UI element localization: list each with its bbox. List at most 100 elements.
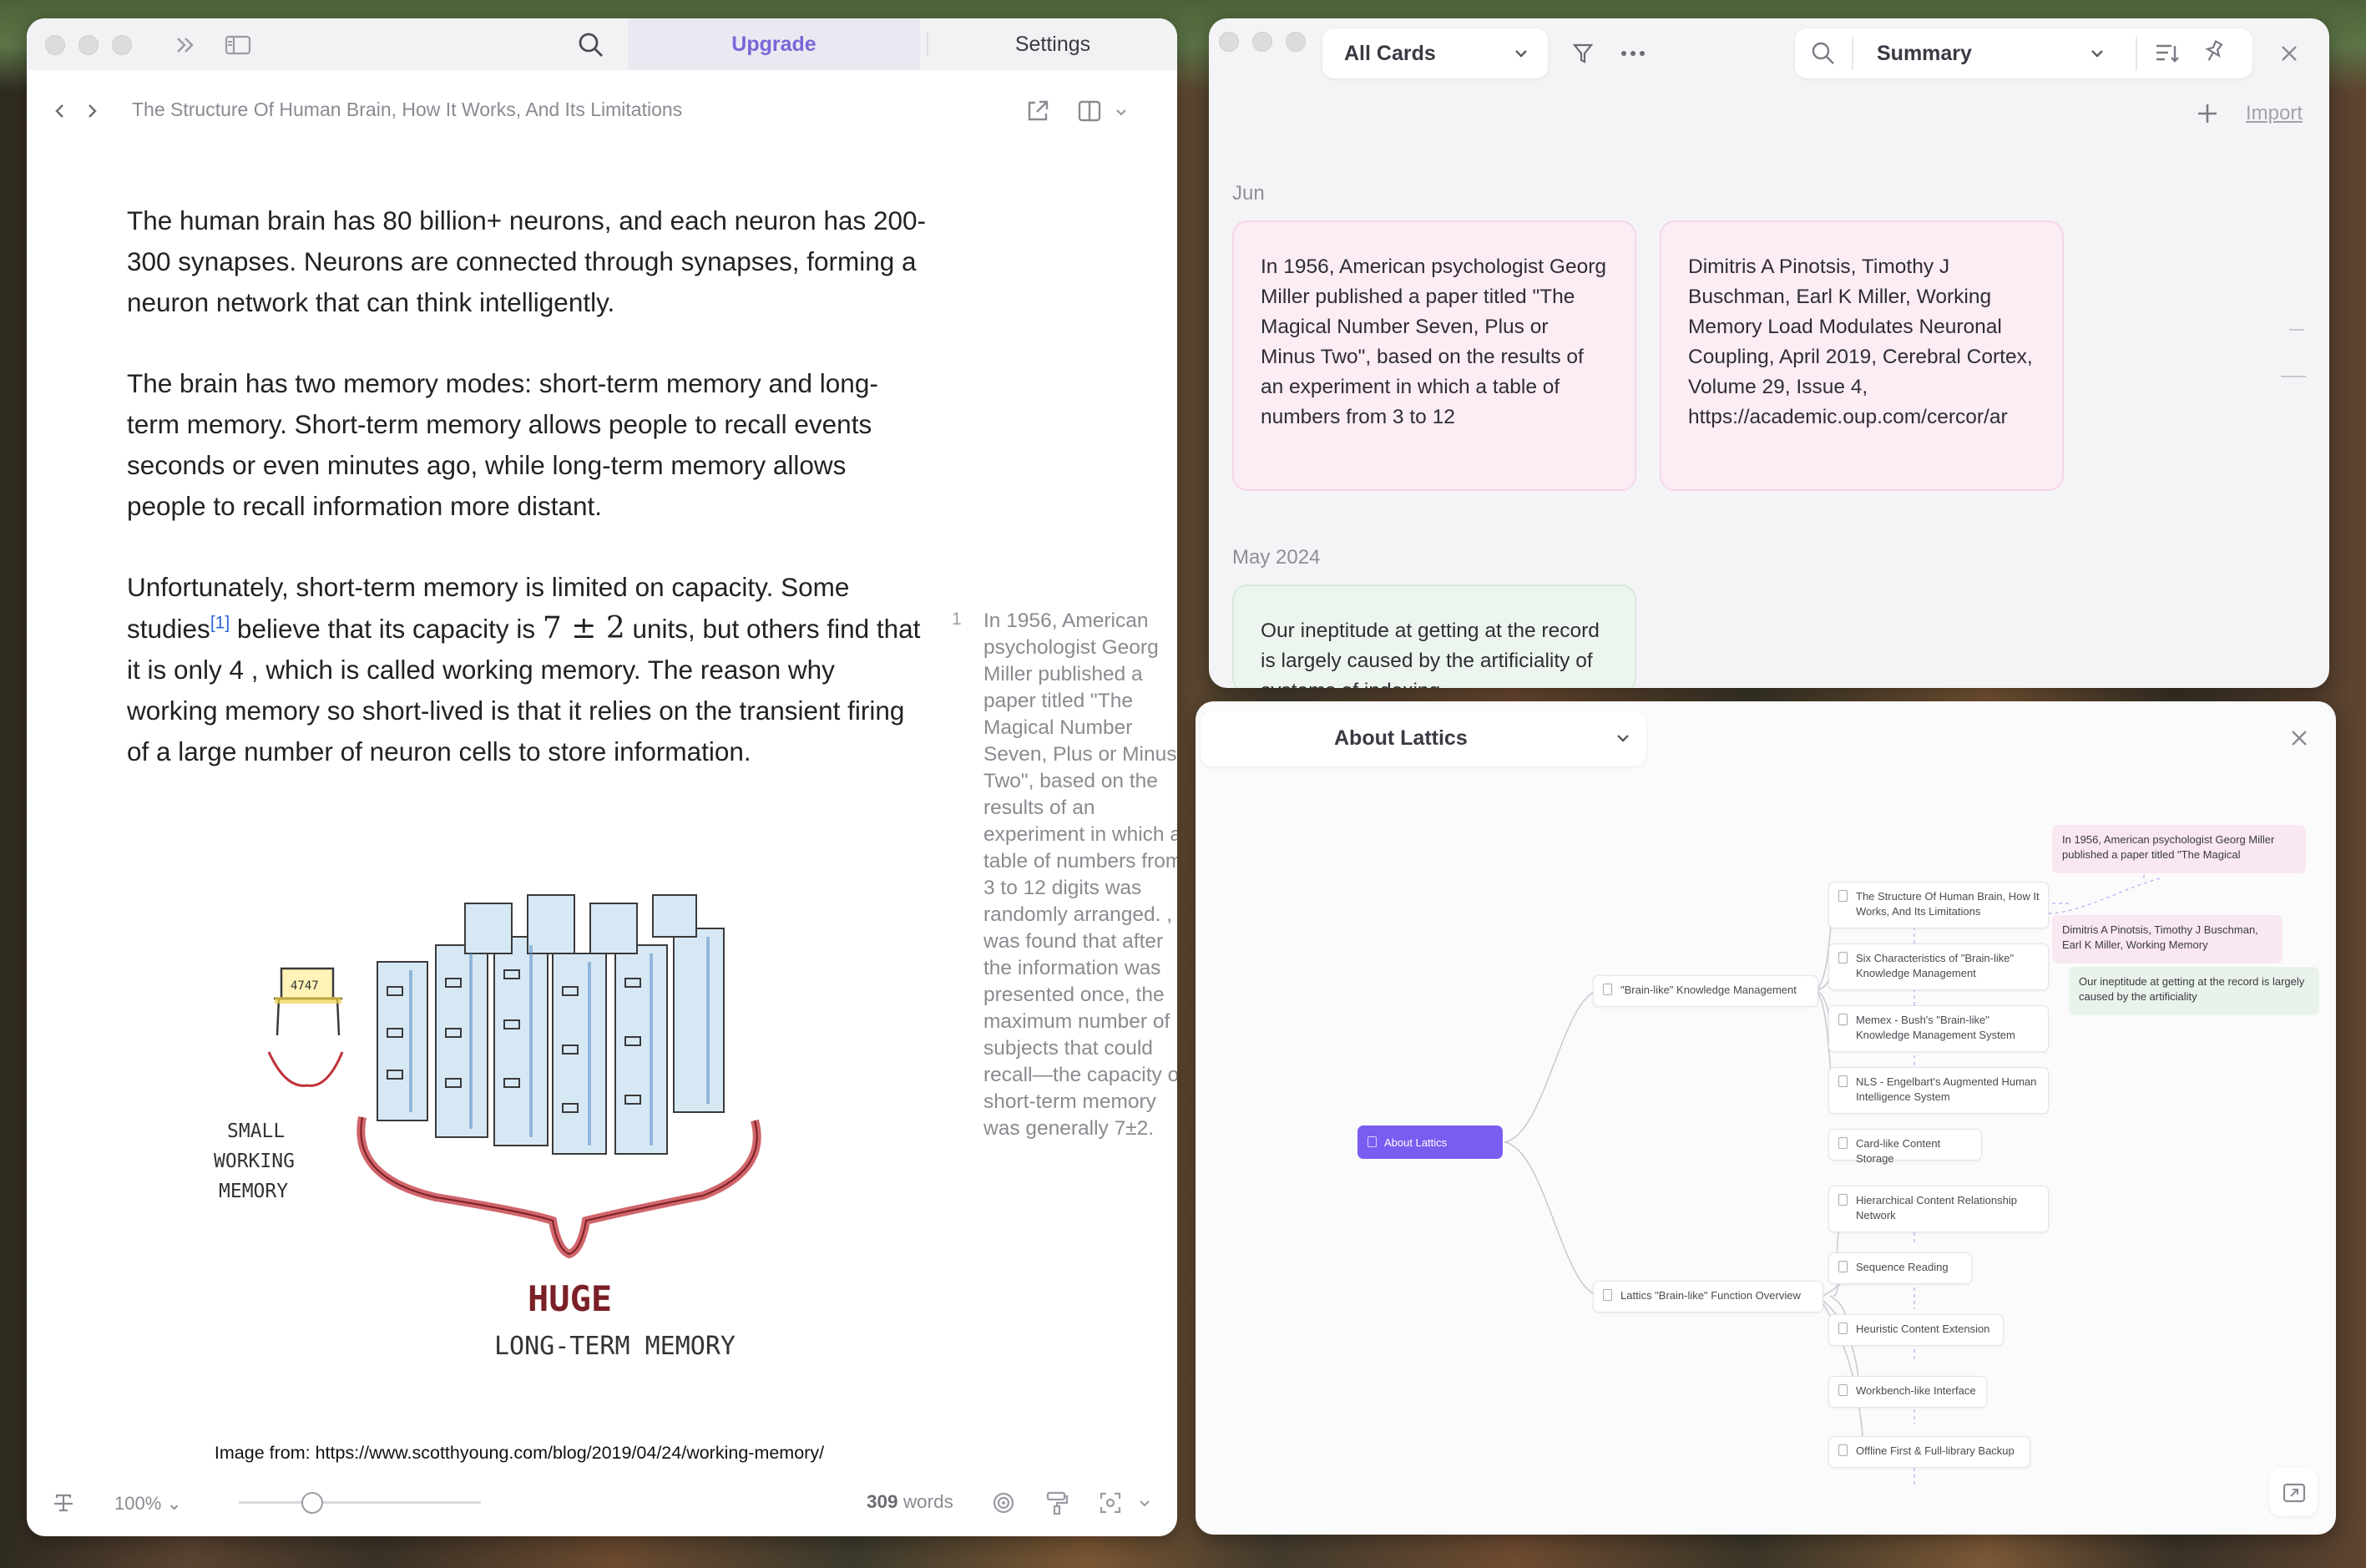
footnote-reference[interactable]: [1] [210,614,230,633]
import-link[interactable]: Import [2246,102,2303,125]
forward-chevron-icon[interactable] [82,99,104,124]
window-close-button[interactable] [45,35,65,55]
window-minimize-button[interactable] [1252,32,1272,52]
mindmap-branch-node[interactable]: Lattics "Brain-like" Function Overview [1593,1281,1823,1313]
window-zoom-button[interactable] [1286,32,1306,52]
word-count-value: 309 [867,1491,898,1512]
document-icon [1838,890,1848,902]
mindmap-leaf-node[interactable]: Sequence Reading [1828,1252,1972,1284]
focus-mode-icon[interactable] [1095,1488,1125,1518]
document-breadcrumb[interactable]: The Structure Of Human Brain, How It Wor… [132,99,682,121]
paragraph-1[interactable]: The human brain has 80 billion+ neurons,… [127,200,928,323]
chevron-down-icon[interactable] [1511,43,1531,63]
leaf-node-label: Workbench-like Interface [1856,1384,1976,1397]
word-count: 309 words [867,1491,953,1513]
mindmap-branch-node[interactable]: "Brain-like" Knowledge Management [1593,975,1818,1007]
summary-view-label[interactable]: Summary [1877,42,1972,66]
card-item[interactable]: Dimitris A Pinotsis, Timothy J Buschman,… [1660,220,2064,491]
group-label-jun: Jun [1232,182,1265,205]
window-zoom-button[interactable] [112,35,132,55]
branch-node-label: Lattics "Brain-like" Function Overview [1620,1289,1801,1302]
leaf-node-label: Hierarchical Content Relationship Networ… [1856,1194,2017,1222]
toolbar-divider [1852,37,1853,70]
card-item[interactable]: Our ineptitude at getting at the record … [1232,584,1636,688]
paragraph-3-text-b: believe that its capacity is [230,614,543,644]
more-options-icon[interactable] [1618,42,1648,65]
memory-sketch: 4747 SMALL WORKING MEMORY HUGE LONG-TERM… [214,894,761,1361]
leaf-node-label: NLS - Engelbart's Augmented Human Intell… [1856,1075,2037,1103]
upgrade-tab[interactable]: Upgrade [628,18,920,70]
target-icon[interactable] [988,1488,1019,1518]
window-close-button[interactable] [1219,32,1239,52]
paint-roller-icon[interactable] [1042,1488,1072,1518]
cards-window: All Cards Summary Import Jun In 1956, Am… [1209,18,2329,688]
document-icon [1603,984,1612,995]
fit-to-screen-icon[interactable] [2281,1479,2308,1506]
window-minimize-button[interactable] [78,35,99,55]
document-icon [1838,1014,1848,1025]
paragraph-2[interactable]: The brain has two memory modes: short-te… [127,363,928,527]
filter-icon[interactable] [1568,38,1598,68]
zoom-slider-knob[interactable] [301,1492,323,1514]
card-item[interactable]: In 1956, American psychologist Georg Mil… [1232,220,1636,491]
strikethrough-text-icon[interactable] [48,1488,78,1518]
root-node-label: About Lattics [1384,1136,1448,1149]
document-icon [1838,1075,1848,1087]
sort-list-icon[interactable] [2152,38,2182,68]
document-icon [1838,1194,1848,1206]
scroll-indicator[interactable] [2289,329,2304,331]
back-chevron-icon[interactable] [48,99,70,124]
linked-card[interactable]: In 1956, American psychologist Georg Mil… [2052,825,2306,873]
zoom-slider-track[interactable] [239,1501,481,1504]
mindmap-leaf-node[interactable]: The Structure Of Human Brain, How It Wor… [1828,882,2049,928]
document-icon [1838,1323,1848,1334]
mindmap-leaf-node[interactable]: Hierarchical Content Relationship Networ… [1828,1186,2049,1232]
chevron-down-icon[interactable] [2087,43,2107,63]
chevron-down-icon[interactable] [1112,104,1130,122]
mindmap-leaf-node[interactable]: Six Characteristics of "Brain-like" Know… [1828,943,2049,990]
search-icon[interactable] [576,30,606,60]
scroll-indicator[interactable] [2281,376,2306,377]
group-label-may-2024: May 2024 [1232,546,1321,569]
document-icon [1368,1136,1377,1147]
document-icon [1838,1444,1848,1456]
huge-label: HUGE [528,1278,612,1319]
mindmap-leaf-node[interactable]: NLS - Engelbart's Augmented Human Intell… [1828,1067,2049,1114]
close-icon[interactable] [2274,38,2304,68]
linked-card[interactable]: Dimitris A Pinotsis, Timothy J Buschman,… [2052,915,2283,964]
small-label-line2: WORKING [214,1151,295,1172]
mindmap-leaf-node[interactable]: Memex - Bush's "Brain-like" Knowledge Ma… [1828,1005,2049,1052]
mindmap-leaf-node[interactable]: Workbench-like Interface [1828,1376,1987,1408]
memory-illustration[interactable]: 4747 SMALL WORKING MEMORY HUGE LONG-TERM… [160,870,912,1388]
lattics-window: About Lattics About Lattics "Brain-like"… [1196,701,2336,1535]
settings-tab[interactable]: Settings [928,18,1177,70]
document-icon [1838,1137,1848,1149]
leaf-node-label: Offline First & Full-library Backup [1856,1444,2015,1457]
small-label-line1: SMALL [227,1120,285,1142]
mindmap-leaf-node[interactable]: Card-like Content Storage [1828,1129,1982,1165]
open-external-icon[interactable] [1024,97,1052,125]
linked-card[interactable]: Our ineptitude at getting at the record … [2069,967,2319,1015]
split-view-icon[interactable] [1075,97,1104,125]
search-icon[interactable] [1808,38,1838,68]
long-term-label: LONG-TERM MEMORY [494,1332,736,1361]
word-count-unit: words [902,1491,953,1512]
sidebar-toggle-icon[interactable] [224,33,252,57]
toolbar-divider [2136,37,2137,70]
mindmap-leaf-node[interactable]: Heuristic Content Extension [1828,1314,2004,1346]
document-icon [1838,952,1848,964]
sidenote-number: 1 [952,609,962,629]
desk-note: 4747 [291,979,319,993]
pin-icon[interactable] [2199,37,2229,67]
mindmap-leaf-node[interactable]: Offline First & Full-library Backup [1828,1436,2030,1468]
summary-toolbar [1795,28,2252,78]
zoom-level[interactable]: 100% ⌄ [114,1493,182,1515]
paragraph-3[interactable]: Unfortunately, short-term memory is limi… [127,567,928,772]
math-formula[interactable]: 7 ± 2 [543,611,625,645]
mindmap-root-node[interactable]: About Lattics [1357,1125,1503,1159]
double-chevron-right-icon[interactable] [174,33,197,57]
card-filter-label: All Cards [1344,42,1436,65]
add-card-icon[interactable] [2194,100,2221,127]
document-body[interactable]: The human brain has 80 billion+ neurons,… [127,200,928,812]
focus-options-chevron-icon[interactable] [1135,1495,1154,1513]
